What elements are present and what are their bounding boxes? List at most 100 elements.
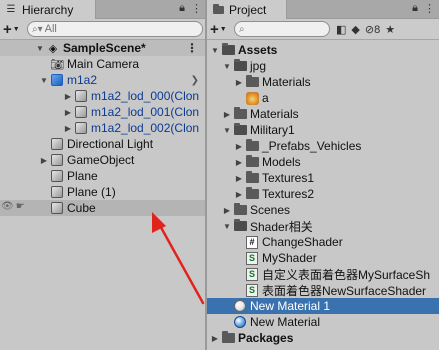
item-label: Assets xyxy=(238,43,278,57)
project-toolbar: + ▼ ⌕ ◧ ◆ ⊘8 ★ xyxy=(207,19,439,40)
project-item-textures1[interactable]: ▶ Textures1 xyxy=(207,170,439,186)
project-item-new-material[interactable]: New Material xyxy=(207,314,439,330)
hierarchy-item-main-camera[interactable]: 📷︎ Main Camera xyxy=(0,56,206,72)
project-item-new-material-1[interactable]: New Material 1 xyxy=(207,298,439,314)
lock-icon[interactable]: 🔒︎ xyxy=(179,2,185,15)
project-item-textures2[interactable]: ▶ Textures2 xyxy=(207,186,439,202)
hierarchy-item-plane-1[interactable]: Plane (1) xyxy=(0,184,206,200)
collapse-arrow-icon[interactable]: ▶ xyxy=(233,174,245,183)
hierarchy-item-m1a2[interactable]: ▼ m1a2 ❯ xyxy=(0,72,206,88)
cube-icon xyxy=(74,105,88,119)
project-item-models[interactable]: ▶ Models xyxy=(207,154,439,170)
hierarchy-toolbar: + ▼ ⌕▾ xyxy=(0,19,206,40)
material-sphere-icon xyxy=(233,299,247,313)
project-item-materials[interactable]: ▶ Materials xyxy=(207,106,439,122)
hierarchy-item-directional-light[interactable]: Directional Light xyxy=(0,136,206,152)
collapse-arrow-icon[interactable]: ▶ xyxy=(233,158,245,167)
cube-icon xyxy=(50,137,64,151)
expand-arrow-icon[interactable]: ▼ xyxy=(209,46,221,55)
create-button[interactable]: + ▼ xyxy=(210,21,234,38)
hierarchy-tab-controls: 🔒︎ ⋮ xyxy=(179,2,202,15)
project-item-mysurfaceshader[interactable]: S 自定义表面着色器MySurfaceSh xyxy=(207,266,439,282)
folder-icon xyxy=(233,219,247,233)
project-item-packages[interactable]: ▶ Packages xyxy=(207,330,439,346)
hierarchy-search[interactable]: ⌕▾ xyxy=(27,21,203,37)
folder-icon xyxy=(245,187,259,201)
hierarchy-tabstrip: ☰ Hierarchy 🔒︎ ⋮ xyxy=(0,0,206,19)
kebab-menu-icon[interactable]: ⋮ xyxy=(191,2,202,15)
item-label: 自定义表面着色器MySurfaceSh xyxy=(262,267,431,282)
collapse-arrow-icon[interactable]: ▶ xyxy=(62,92,74,101)
camera-icon: 📷︎ xyxy=(50,58,64,71)
item-label: Models xyxy=(262,155,301,169)
project-item-a[interactable]: a xyxy=(207,90,439,106)
project-tab-label: Project xyxy=(229,2,267,17)
project-item-scenes[interactable]: ▶ Scenes xyxy=(207,202,439,218)
scene-name: SampleScene* xyxy=(63,41,146,55)
collapse-arrow-icon[interactable]: ▶ xyxy=(209,334,221,343)
kebab-menu-icon[interactable]: ⋮ xyxy=(424,2,435,15)
tab-project[interactable]: Project xyxy=(207,0,287,19)
folder-icon xyxy=(221,43,235,57)
folder-icon xyxy=(233,123,247,137)
filter-by-label-icon[interactable]: ◆ xyxy=(351,23,359,36)
create-button[interactable]: + ▼ xyxy=(3,21,27,38)
hierarchy-item-plane[interactable]: Plane xyxy=(0,168,206,184)
project-search-input[interactable] xyxy=(246,23,329,35)
collapse-arrow-icon[interactable]: ▶ xyxy=(62,108,74,117)
collapse-arrow-icon[interactable]: ▶ xyxy=(233,78,245,87)
project-item-military1[interactable]: ▼ Military1 xyxy=(207,122,439,138)
expand-arrow-icon[interactable]: ▼ xyxy=(221,126,233,135)
hierarchy-tab-label: Hierarchy xyxy=(22,2,74,17)
hidden-packages-icon[interactable]: ⊘8 xyxy=(365,23,380,36)
item-label: Cube xyxy=(67,201,96,215)
folder-icon xyxy=(245,139,259,153)
scene-row[interactable]: ▼ ◈ SampleScene* ⋮ xyxy=(0,40,206,56)
filter-by-type-icon[interactable]: ◧ xyxy=(336,23,346,36)
project-item-assets[interactable]: ▼ Assets xyxy=(207,42,439,58)
project-item-jpg-materials[interactable]: ▶ Materials xyxy=(207,74,439,90)
star-icon[interactable]: ★ xyxy=(385,23,395,36)
cube-icon xyxy=(50,169,64,183)
pickable-hand-icon[interactable]: ☛ xyxy=(16,201,25,212)
item-label: MyShader xyxy=(262,251,317,265)
collapse-arrow-icon[interactable]: ▶ xyxy=(221,206,233,215)
project-item-shader-folder[interactable]: ▼ Shader相关 xyxy=(207,218,439,234)
scene-menu-icon[interactable]: ⋮ xyxy=(186,41,198,55)
expand-arrow-icon[interactable]: ▼ xyxy=(221,62,233,71)
folder-icon xyxy=(233,107,247,121)
item-label: New Material 1 xyxy=(250,299,331,313)
collapse-arrow-icon[interactable]: ▶ xyxy=(38,156,50,165)
project-item-myshader[interactable]: S MyShader xyxy=(207,250,439,266)
hierarchy-item-gameobject[interactable]: ▶ GameObject xyxy=(0,152,206,168)
visibility-eye-icon[interactable]: 👁︎ ☛ xyxy=(1,201,25,212)
project-item-changeshader[interactable]: # ChangeShader xyxy=(207,234,439,250)
hierarchy-item-lod-000[interactable]: ▶ m1a2_lod_000(Clon xyxy=(0,88,206,104)
expand-arrow-icon[interactable]: ▼ xyxy=(221,222,233,231)
hierarchy-item-cube[interactable]: 👁︎ ☛ Cube xyxy=(0,200,206,216)
collapse-arrow-icon[interactable]: ▶ xyxy=(233,190,245,199)
cube-icon xyxy=(50,185,64,199)
tab-hierarchy[interactable]: ☰ Hierarchy xyxy=(0,0,96,19)
project-item-newsurfaceshader[interactable]: S 表面着色器NewSurfaceShader xyxy=(207,282,439,298)
item-label: Packages xyxy=(238,331,294,345)
lock-icon[interactable]: 🔒︎ xyxy=(412,2,418,15)
chevron-down-icon: ▼ xyxy=(219,25,227,33)
collapse-arrow-icon[interactable]: ▶ xyxy=(221,110,233,119)
hierarchy-item-lod-002[interactable]: ▶ m1a2_lod_002(Clon xyxy=(0,120,206,136)
expand-arrow-icon[interactable]: ▼ xyxy=(34,44,46,53)
collapse-arrow-icon[interactable]: ▶ xyxy=(233,142,245,151)
item-label: ChangeShader xyxy=(262,235,343,249)
collapse-arrow-icon[interactable]: ▶ xyxy=(62,124,74,133)
project-item-prefabs-vehicles[interactable]: ▶ _Prefabs_Vehicles xyxy=(207,138,439,154)
chevron-right-icon[interactable]: ❯ xyxy=(191,75,199,86)
folder-icon xyxy=(233,203,247,217)
item-label: GameObject xyxy=(67,153,135,167)
texture-image-icon xyxy=(245,91,259,105)
project-search[interactable]: ⌕ xyxy=(234,21,330,37)
hierarchy-search-input[interactable] xyxy=(44,23,202,35)
item-label: Textures1 xyxy=(262,171,315,185)
expand-arrow-icon[interactable]: ▼ xyxy=(38,76,50,85)
project-item-jpg[interactable]: ▼ jpg xyxy=(207,58,439,74)
hierarchy-item-lod-001[interactable]: ▶ m1a2_lod_001(Clon xyxy=(0,104,206,120)
